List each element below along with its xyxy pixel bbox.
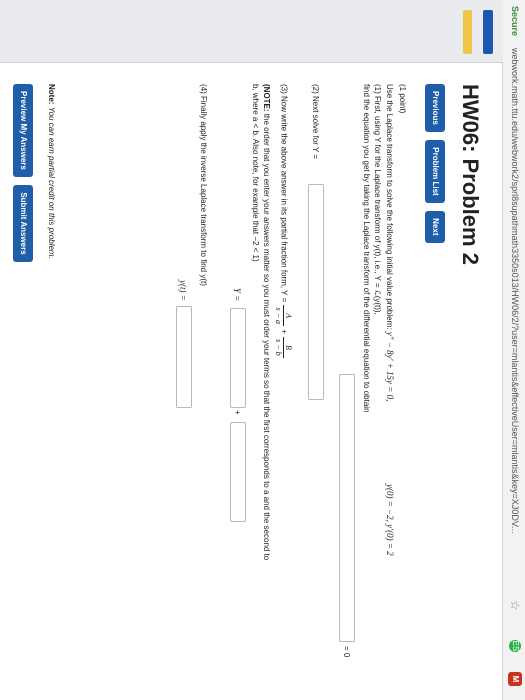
- extension-icon[interactable]: ES: [509, 640, 521, 652]
- step3-line: (3) Now write the above answer in its pa…: [274, 84, 293, 359]
- previous-button[interactable]: Previous: [425, 84, 445, 132]
- footnote: Note: You can earn partial credit on thi…: [47, 84, 56, 259]
- answer-buttons: Preview My Answers Submit Answers: [13, 84, 33, 266]
- solve-y-input[interactable]: [308, 184, 324, 400]
- note-line-2: b, where a < b. Also note, for example t…: [251, 84, 260, 262]
- intro-text: Use the Laplace transform to solve the f…: [385, 84, 394, 330]
- laplace-equation-input[interactable]: [339, 374, 355, 642]
- points-label: (1 point): [398, 84, 407, 114]
- ivp-equation: y″ − 8y′ + 15y = 0,: [385, 331, 395, 402]
- equals-zero-label: = 0: [342, 646, 351, 658]
- plus-sign: +: [279, 329, 289, 334]
- page-title: HW06: Problem 2: [458, 84, 483, 265]
- browser-address-bar[interactable]: Secure webwork.math.ttu.edu/webwork2/spr…: [502, 0, 525, 700]
- sidebar-item-highlight[interactable]: [463, 10, 472, 54]
- fraction-a-denominator: s − a: [274, 307, 283, 324]
- fraction-b: Bs − b: [274, 337, 293, 358]
- partial-fraction-b-input[interactable]: [230, 422, 246, 522]
- step1-line-b: find the equation you get by taking the …: [362, 84, 371, 413]
- submit-answers-button[interactable]: Submit Answers: [13, 185, 33, 262]
- intro-line: Use the Laplace transform to solve the f…: [385, 84, 395, 401]
- note-line-1: (NOTE: the order that you enter your ans…: [262, 84, 271, 560]
- rotated-screen: Secure webwork.math.ttu.edu/webwork2/spr…: [0, 0, 525, 700]
- step2-label: (2) Next solve for Y =: [311, 84, 320, 160]
- url-text[interactable]: webwork.math.ttu.edu/webwork2/sprl8supat…: [510, 48, 520, 534]
- step1-line-a: (1) First, using Y for the Laplace trans…: [373, 84, 382, 315]
- plus-label: +: [233, 410, 242, 415]
- extension-m-icon[interactable]: M: [508, 672, 522, 686]
- left-sidebar: [0, 0, 503, 63]
- fraction-a-numerator: A: [283, 305, 293, 326]
- step3-text: (3) Now write the above answer in its pa…: [279, 84, 289, 303]
- partial-fraction-a-input[interactable]: [230, 308, 246, 408]
- preview-answers-button[interactable]: Preview My Answers: [13, 84, 33, 177]
- fraction-b-denominator: s − b: [274, 339, 283, 356]
- problem-content: HW06: Problem 2 Previous Problem List Ne…: [0, 84, 503, 684]
- y-equals-label: Y =: [232, 288, 242, 302]
- problem-nav: Previous Problem List Next: [423, 84, 445, 247]
- footnote-text: You can earn partial credit on this prob…: [47, 106, 56, 259]
- yt-equals-label: y(t) =: [178, 280, 188, 301]
- ivp-initial-conditions: y(0) = −2, y′(0) = 2: [385, 484, 395, 556]
- fraction-a: As − a: [274, 305, 293, 326]
- fraction-b-numerator: B: [283, 337, 293, 358]
- star-icon[interactable]: ☆: [508, 600, 522, 611]
- step4-text: (4) Finally apply the inverse Laplace tr…: [199, 84, 208, 286]
- footnote-label: Note:: [47, 84, 56, 105]
- sidebar-item-primary[interactable]: [483, 10, 493, 54]
- next-button[interactable]: Next: [425, 211, 445, 243]
- yt-input[interactable]: [176, 306, 192, 408]
- note-label: (NOTE:: [262, 84, 271, 112]
- note-text: the order that you enter your answers ma…: [262, 113, 271, 561]
- problem-list-button[interactable]: Problem List: [425, 140, 445, 203]
- secure-label: Secure: [510, 6, 520, 37]
